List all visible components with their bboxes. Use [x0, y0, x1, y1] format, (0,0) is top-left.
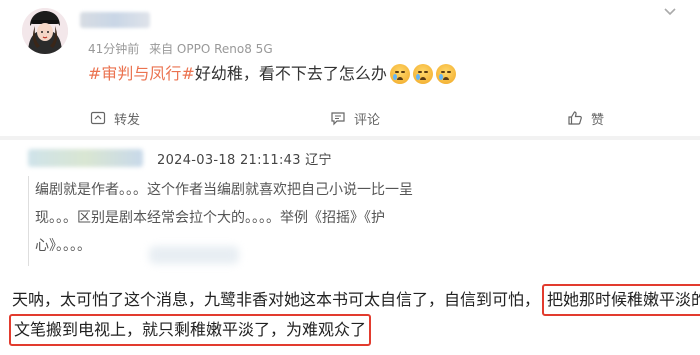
like-label: 赞 [591, 112, 605, 128]
commenter-name-blurred[interactable] [28, 149, 143, 167]
comment-header: 2024-03-18 21:11:43 辽宁 [0, 145, 700, 171]
repost-icon [90, 111, 106, 125]
post-device[interactable]: 来自 OPPO Reno8 5G [149, 42, 273, 56]
username-blurred[interactable] [80, 12, 150, 28]
comment-label: 评论 [354, 112, 381, 128]
crying-emoji-icon [435, 64, 456, 84]
chevron-down-icon[interactable] [662, 6, 678, 18]
quote-line: 编剧就是作者。。。这个作者当编剧就喜欢把自己小说一比一呈 [35, 182, 413, 198]
post-time: 41分钟前 [88, 42, 140, 56]
comment-timestamp: 2024-03-18 21:11:43 辽宁 [157, 153, 332, 168]
blurred-region [149, 246, 239, 264]
avatar-illustration-icon [22, 8, 68, 54]
highlighted-text: 把她那时候稚嫩平淡的 [542, 284, 700, 316]
hashtag-link[interactable]: #审判与凤行# [88, 62, 195, 86]
repost-button[interactable]: 转发 [90, 109, 140, 128]
quote-line: 现。。。区别是剧本经常会拉个大的。。。。举例《招摇》《护 [35, 210, 385, 226]
repost-label: 转发 [114, 112, 141, 128]
avatar[interactable] [22, 8, 68, 54]
comment-icon [331, 112, 345, 126]
comment-button[interactable]: 评论 [330, 109, 380, 128]
crying-emoji-icon [412, 64, 433, 84]
post-meta: 41分钟前 来自 OPPO Reno8 5G [88, 40, 279, 57]
quote-line: 心》。。。。 [35, 238, 91, 254]
post-text: 好幼稚，看不下去了怎么办 [194, 64, 387, 83]
quoted-comment: 编剧就是作者。。。这个作者当编剧就喜欢把自己小说一比一呈 现。。。区别是剧本经常… [28, 176, 648, 266]
reply-text: 天呐，太可怕了这个消息，九鹭非香对她这本书可太自信了，自信到可怕， 把她那时候稚… [9, 284, 700, 346]
like-button[interactable]: 赞 [567, 109, 604, 128]
post-content: #审判与凤行# 好幼稚，看不下去了怎么办 [88, 62, 456, 86]
section-divider [0, 136, 700, 140]
post-actions-bar: 转发 评论 赞 [0, 104, 700, 132]
highlighted-text: 文笔搬到电视上，就只剩稚嫩平淡了，为难观众了 [9, 314, 372, 346]
reply-plain-text: 天呐，太可怕了这个消息，九鹭非香对她这本书可太自信了，自信到可怕， [12, 290, 541, 309]
weibo-post: 41分钟前 来自 OPPO Reno8 5G #审判与凤行# 好幼稚，看不下去了… [0, 0, 700, 140]
reply-line: 天呐，太可怕了这个消息，九鹭非香对她这本书可太自信了，自信到可怕， 把她那时候稚… [12, 284, 700, 316]
reply-line: 文笔搬到电视上，就只剩稚嫩平淡了，为难观众了 [9, 314, 700, 346]
crying-emoji-icon [389, 64, 410, 84]
thumbs-up-icon [568, 111, 582, 125]
